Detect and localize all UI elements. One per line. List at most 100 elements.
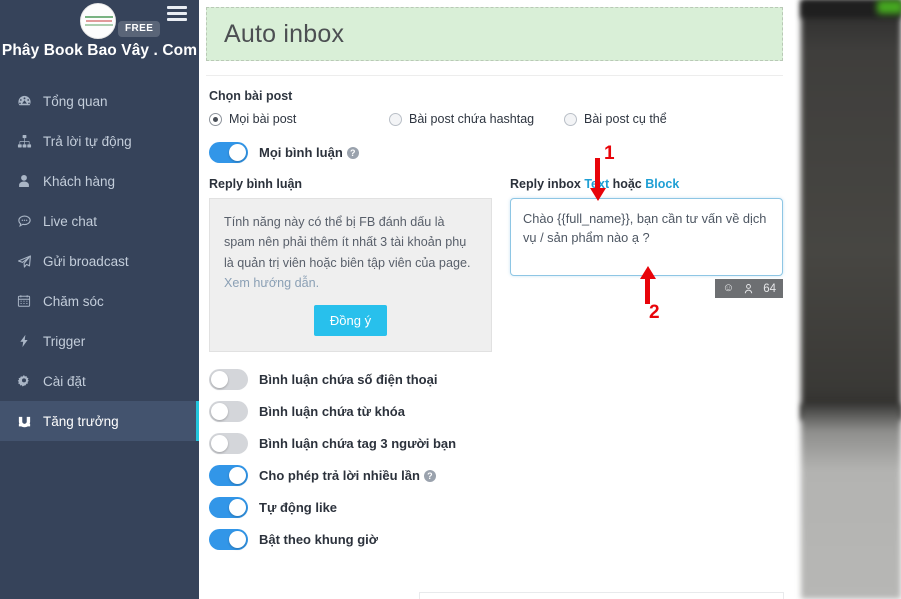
- sidebar-item-tra-loi-tu-dong[interactable]: Trả lời tự động: [0, 121, 199, 161]
- radio-bai-post-cu-the[interactable]: Bài post cụ thể: [564, 112, 667, 126]
- user-tag-icon[interactable]: [743, 283, 754, 295]
- free-plan-badge: FREE: [118, 21, 161, 37]
- reply-comment-heading: Reply bình luận: [209, 177, 303, 191]
- radio-label: Mọi bài post: [229, 112, 297, 126]
- dashboard-icon: [17, 94, 43, 109]
- toggle-knob: [229, 531, 246, 548]
- all-comments-toggle[interactable]: [209, 142, 248, 163]
- bolt-icon: [17, 334, 43, 348]
- toggle-binh-luan-chua-so-dien-thoai[interactable]: [209, 369, 248, 390]
- brand-name: Phây Book Bao Vây . Com: [1, 42, 198, 59]
- radio-label: Bài post chứa hashtag: [409, 112, 535, 126]
- sidebar-item-label: Gửi broadcast: [43, 253, 129, 269]
- calendar-icon: [17, 294, 43, 308]
- radio-indicator: [564, 112, 577, 126]
- background-blurred-window: [793, 0, 901, 599]
- all-comments-label: Mọi bình luận?: [259, 145, 359, 160]
- toggle-bat-theo-khung-gio[interactable]: [209, 529, 248, 550]
- emoji-icon[interactable]: ☺: [722, 282, 734, 295]
- toggle-knob: [211, 435, 228, 452]
- avatar-line-3: [85, 24, 113, 26]
- reply-inbox-heading-mid: hoặc: [609, 177, 646, 191]
- sidebar-item-label: Tổng quan: [43, 93, 108, 109]
- sidebar-item-gui-broadcast[interactable]: Gửi broadcast: [0, 241, 199, 281]
- toggle-label: Bình luận chứa từ khóa: [259, 404, 405, 419]
- avatar-line-1: [85, 16, 113, 18]
- reply-inbox-block-link[interactable]: Block: [645, 177, 679, 191]
- sidebar-item-trigger[interactable]: Trigger: [0, 321, 199, 361]
- toggle-tu-dong-like[interactable]: [209, 497, 248, 518]
- reply-inbox-column: Reply inbox Text hoặc Block ☺ 64: [510, 177, 783, 352]
- toggle-knob: [229, 144, 246, 161]
- hamburger-menu-icon[interactable]: [167, 6, 187, 22]
- magnet-icon: [17, 414, 43, 429]
- toggle-row-phone: Bình luận chứa số điện thoại: [209, 369, 793, 390]
- account-avatar[interactable]: [80, 3, 116, 39]
- guide-link[interactable]: Xem hướng dẫn.: [224, 276, 319, 290]
- toggle-row-tag3: Bình luận chứa tag 3 người bạn: [209, 433, 793, 454]
- schedule-panel-top-edge: [419, 592, 784, 599]
- two-column-area: Reply bình luận Tính năng này có thể bị …: [209, 177, 783, 352]
- hamburger-bar-2: [167, 12, 187, 15]
- post-select-radio-group: Mọi bài post Bài post chứa hashtag Bài p…: [209, 112, 793, 126]
- blurred-dark-region: [801, 0, 901, 420]
- sidebar-item-label: Live chat: [43, 213, 98, 229]
- textarea-toolbar: ☺ 64: [715, 279, 783, 298]
- toggle-binh-luan-chua-tu-khoa[interactable]: [209, 401, 248, 422]
- sidebar-item-label: Tăng trưởng: [43, 413, 119, 429]
- radio-bai-post-chua-hashtag[interactable]: Bài post chứa hashtag: [389, 112, 564, 126]
- sidebar-item-label: Chăm sóc: [43, 293, 104, 309]
- sidebar-item-tong-quan[interactable]: Tổng quan: [0, 81, 199, 121]
- toggle-label: Bình luận chứa số điện thoại: [259, 372, 438, 387]
- radio-indicator: [209, 112, 222, 126]
- sitemap-icon: [17, 134, 43, 149]
- all-comments-toggle-row: Mọi bình luận?: [209, 142, 793, 163]
- reply-inbox-text-link[interactable]: Text: [584, 177, 609, 191]
- help-icon[interactable]: ?: [346, 147, 359, 159]
- reply-comment-notice: Tính năng này có thể bị FB đánh dấu là s…: [224, 212, 477, 294]
- toggle-knob: [211, 403, 228, 420]
- paper-plane-icon: [17, 254, 43, 269]
- radio-label: Bài post cụ thể: [584, 112, 667, 126]
- sidebar-item-cham-soc[interactable]: Chăm sóc: [0, 281, 199, 321]
- toggle-label-text: Cho phép trả lời nhiều lần: [259, 468, 420, 483]
- sidebar-item-live-chat[interactable]: Live chat: [0, 201, 199, 241]
- toggle-binh-luan-chua-tag-3-nguoi-ban[interactable]: [209, 433, 248, 454]
- sidebar-item-label: Cài đặt: [43, 373, 86, 389]
- section-divider: [206, 75, 783, 76]
- sidebar-item-khach-hang[interactable]: Khách hàng: [0, 161, 199, 201]
- all-comments-label-text: Mọi bình luận: [259, 145, 343, 160]
- sidebar-item-label: Khách hàng: [43, 173, 116, 189]
- user-icon: [17, 174, 43, 188]
- toggle-knob: [229, 499, 246, 516]
- blurred-light-region: [801, 404, 901, 599]
- page-title: Auto inbox: [224, 19, 345, 48]
- panel-white-edge: [793, 0, 801, 599]
- hamburger-bar-1: [167, 6, 187, 9]
- reply-inbox-heading: Reply inbox Text hoặc Block: [510, 177, 783, 191]
- sidebar-brand-header: FREE Phây Book Bao Vây . Com: [0, 0, 199, 72]
- toggle-row-schedule: Bật theo khung giờ: [209, 529, 793, 550]
- char-counter: 64: [763, 282, 776, 295]
- app-root: FREE Phây Book Bao Vây . Com Tổng quan T…: [0, 0, 901, 599]
- radio-moi-bai-post[interactable]: Mọi bài post: [209, 112, 389, 126]
- toggle-label: Bình luận chứa tag 3 người bạn: [259, 436, 457, 451]
- blurred-green-accent: [877, 0, 901, 14]
- main-content: Auto inbox Chọn bài post Mọi bài post Bà…: [199, 0, 793, 599]
- gear-icon: [17, 374, 43, 388]
- hamburger-bar-3: [167, 18, 187, 21]
- toggle-cho-phep-tra-loi-nhieu-lan[interactable]: [209, 465, 248, 486]
- radio-indicator: [389, 112, 402, 126]
- sidebar-item-tang-truong[interactable]: Tăng trưởng: [0, 401, 199, 441]
- post-select-label: Chọn bài post: [209, 89, 293, 103]
- agree-button[interactable]: Đồng ý: [313, 304, 388, 336]
- sidebar-item-cai-dat[interactable]: Cài đặt: [0, 361, 199, 401]
- sidebar: FREE Phây Book Bao Vây . Com Tổng quan T…: [0, 0, 199, 599]
- reply-comment-notice-box: Tính năng này có thể bị FB đánh dấu là s…: [209, 198, 492, 352]
- page-title-banner: Auto inbox: [206, 7, 783, 61]
- comment-icon: [17, 214, 43, 229]
- reply-inbox-textarea[interactable]: [510, 198, 783, 276]
- option-toggle-list: Bình luận chứa số điện thoại Bình luận c…: [199, 369, 793, 550]
- help-icon[interactable]: ?: [423, 470, 436, 482]
- sidebar-item-label: Trigger: [43, 333, 86, 349]
